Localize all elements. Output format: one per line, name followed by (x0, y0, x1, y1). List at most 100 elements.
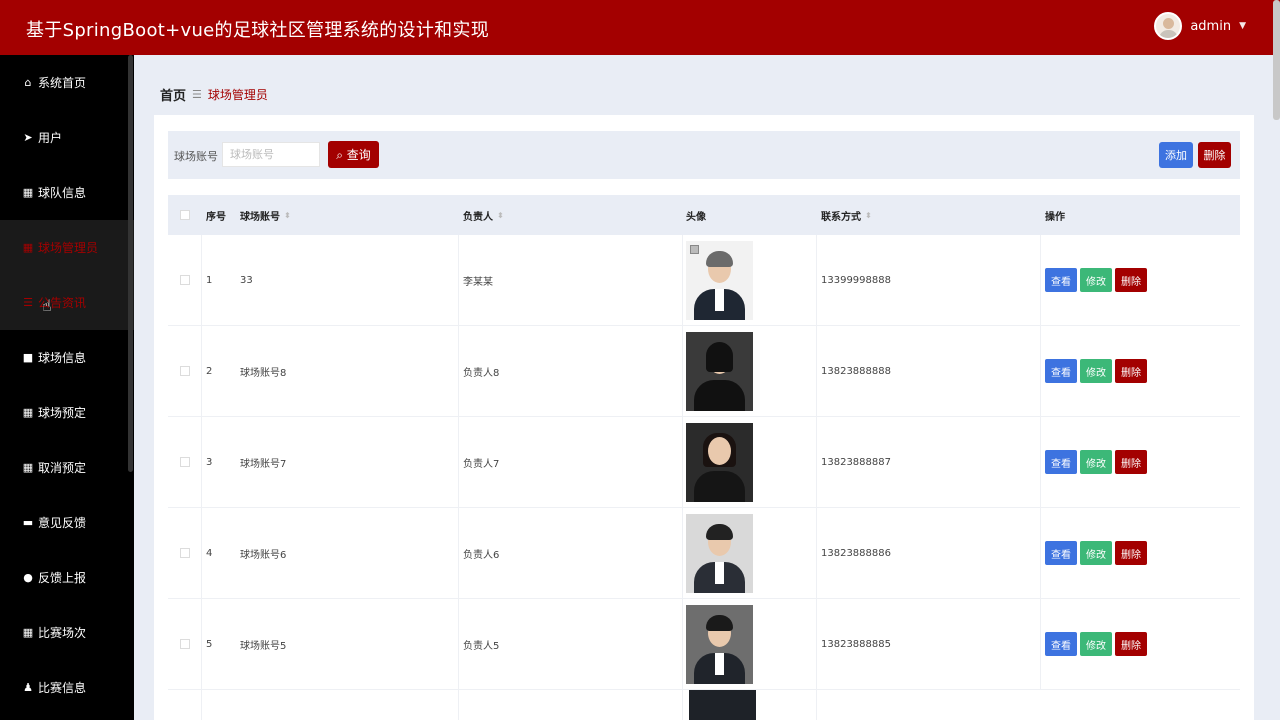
sidebar-item-label: 球场管理员 (38, 241, 99, 255)
row-account (236, 690, 459, 720)
view-button[interactable]: 查看 (1045, 268, 1077, 292)
edit-button[interactable]: 修改 (1080, 450, 1112, 474)
avatar-photo (689, 690, 756, 720)
sidebar: ⌂ 系统首页 ➤ 用户 ▦ 球队信息 ▦ 球场管理员 ☰ 公告资讯 ■ 球场信息… (0, 55, 134, 720)
sidebar-item-home[interactable]: ⌂ 系统首页 (0, 55, 134, 110)
breadcrumb-home[interactable]: 首页 (160, 85, 186, 104)
row-manager: 负责人7 (459, 417, 683, 507)
content-card: 球场账号 ⌕ 查询 添加 删除 序号 球场账号 ⬍ 负责人 ⬍ 头像 联系方式 ⬍ 操… (154, 115, 1254, 720)
sidebar-item-cancel-booking[interactable]: ▦ 取消预定 (0, 440, 134, 495)
user-icon: ♟ (23, 681, 33, 694)
home-icon: ⌂ (24, 76, 32, 89)
row-checkbox[interactable] (179, 639, 190, 649)
sidebar-item-label: 比赛场次 (38, 626, 87, 640)
caret-down-icon[interactable]: ▼ (1239, 21, 1246, 31)
data-table: 序号 球场账号 ⬍ 负责人 ⬍ 头像 联系方式 ⬍ 操作 1 33 李某某 13399… (168, 195, 1240, 720)
sidebar-item-match-info[interactable]: ♟ 比赛信息 (0, 660, 134, 715)
view-button[interactable]: 查看 (1045, 450, 1077, 474)
sidebar-item-feedback[interactable]: ▬ 意见反馈 (0, 495, 134, 550)
column-header-index: 序号 (206, 211, 226, 223)
sidebar-item-label: 系统首页 (38, 76, 87, 90)
grid-icon: ▦ (22, 461, 34, 474)
query-button[interactable]: ⌕ 查询 (328, 141, 379, 168)
edit-button[interactable]: 修改 (1080, 359, 1112, 383)
search-input[interactable] (222, 142, 320, 167)
avatar-cell (683, 417, 817, 507)
breadcrumb-separator-icon: ☰ (192, 88, 202, 101)
batch-delete-button[interactable]: 删除 (1198, 142, 1231, 168)
row-checkbox[interactable] (179, 548, 190, 558)
row-checkbox[interactable] (179, 275, 190, 285)
page-scrollbar[interactable] (1273, 0, 1280, 120)
sidebar-item-label: 比赛信息 (38, 681, 87, 695)
row-checkbox[interactable] (179, 366, 190, 376)
sidebar-item-users[interactable]: ➤ 用户 (0, 110, 134, 165)
row-checkbox[interactable] (179, 457, 190, 467)
sidebar-item-feedback-report[interactable]: ● 反馈上报 (0, 550, 134, 605)
delete-button[interactable]: 删除 (1115, 359, 1147, 383)
column-header-phone[interactable]: 联系方式 ⬍ (817, 195, 1041, 235)
avatar-photo (686, 331, 753, 411)
sort-icon[interactable]: ⬍ (497, 211, 504, 220)
row-phone: 13823888888 (817, 326, 1041, 416)
sort-icon[interactable]: ⬍ (284, 211, 291, 220)
column-label: 球场账号 (240, 211, 280, 223)
ticket-icon: ▬ (22, 516, 34, 529)
mouse-cursor-icon: ☝ (42, 296, 52, 315)
avatar-cell (683, 690, 817, 720)
column-header-actions: 操作 (1045, 211, 1065, 223)
view-button[interactable]: 查看 (1045, 359, 1077, 383)
avatar-cell (683, 235, 817, 325)
column-header-manager[interactable]: 负责人 ⬍ (459, 195, 683, 235)
delete-button[interactable]: 删除 (1115, 541, 1147, 565)
sort-icon[interactable]: ⬍ (865, 211, 872, 220)
delete-button[interactable]: 删除 (1115, 450, 1147, 474)
row-actions: 查看 修改 删除 (1041, 417, 1240, 507)
row-phone: 13399998888 (817, 235, 1041, 325)
row-account: 球场账号5 (236, 599, 459, 689)
column-header-avatar: 头像 (686, 211, 706, 223)
list-icon: ☰ (23, 296, 33, 309)
row-index: 3 (206, 456, 213, 468)
sidebar-item-field-admins[interactable]: ▦ 球场管理员 (0, 220, 134, 275)
checkbox-cell (168, 599, 202, 689)
delete-button[interactable]: 删除 (1115, 268, 1147, 292)
sidebar-item-teams[interactable]: ▦ 球队信息 (0, 165, 134, 220)
sidebar-item-matches[interactable]: ▦ 比赛场次 (0, 605, 134, 660)
row-actions: 查看 修改 删除 (1041, 508, 1240, 598)
username[interactable]: admin (1190, 19, 1231, 34)
avatar-cell (683, 508, 817, 598)
edit-button[interactable]: 修改 (1080, 268, 1112, 292)
grid-icon: ▦ (22, 626, 34, 639)
row-phone: 13823888886 (817, 508, 1041, 598)
row-actions: 查看 修改 删除 (1041, 235, 1240, 325)
column-header-account[interactable]: 球场账号 ⬍ (236, 195, 459, 235)
sidebar-item-field-booking[interactable]: ▦ 球场预定 (0, 385, 134, 440)
row-manager (459, 690, 683, 720)
add-button[interactable]: 添加 (1159, 142, 1193, 168)
view-button[interactable]: 查看 (1045, 541, 1077, 565)
header-checkbox-cell (168, 195, 202, 235)
search-label: 球场账号 (174, 150, 218, 163)
avatar-cell (683, 326, 817, 416)
sidebar-scrollbar[interactable] (128, 55, 133, 472)
avatar-photo (686, 240, 753, 320)
sidebar-item-label: 取消预定 (38, 461, 87, 475)
search-icon: ⌕ (336, 148, 343, 162)
sidebar-item-announcements[interactable]: ☰ 公告资讯 (0, 275, 134, 330)
row-manager: 负责人5 (459, 599, 683, 689)
table-header: 序号 球场账号 ⬍ 负责人 ⬍ 头像 联系方式 ⬍ 操作 (168, 195, 1240, 235)
app-title: 基于SpringBoot+vue的足球社区管理系统的设计和实现 (26, 20, 490, 41)
avatar[interactable] (1154, 12, 1183, 40)
sidebar-item-label: 用户 (38, 131, 63, 145)
view-button[interactable]: 查看 (1045, 632, 1077, 656)
edit-button[interactable]: 修改 (1080, 632, 1112, 656)
edit-button[interactable]: 修改 (1080, 541, 1112, 565)
row-index (202, 690, 236, 720)
column-label: 负责人 (463, 211, 493, 223)
select-all-checkbox[interactable] (180, 210, 190, 220)
delete-button[interactable]: 删除 (1115, 632, 1147, 656)
sidebar-item-label: 意见反馈 (38, 516, 87, 530)
sidebar-item-field-info[interactable]: ■ 球场信息 (0, 330, 134, 385)
user-menu[interactable]: admin ▼ (1154, 12, 1246, 40)
